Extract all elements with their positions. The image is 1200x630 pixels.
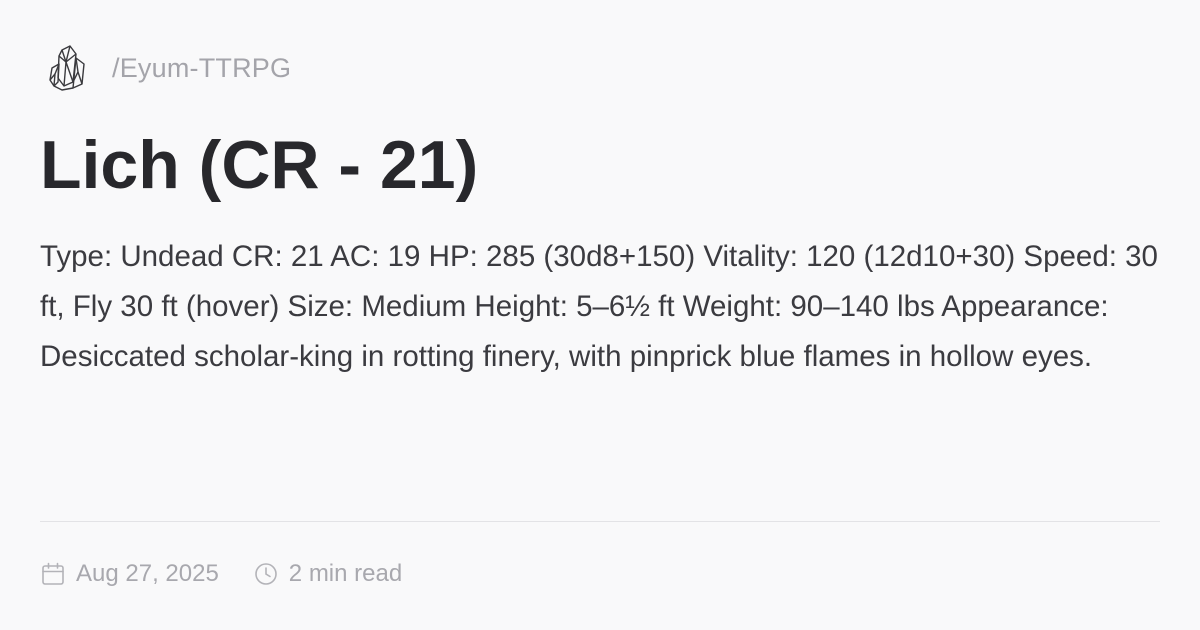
publish-date-text: Aug 27, 2025	[76, 560, 219, 587]
read-time-text: 2 min read	[288, 560, 403, 587]
read-time: 2 min read	[253, 560, 402, 588]
page-title: Lich (CR - 21)	[40, 127, 479, 203]
calendar-icon	[40, 561, 66, 587]
crystal-cluster-icon[interactable]	[40, 40, 96, 96]
publish-date: Aug 27, 2025	[40, 560, 219, 588]
site-name[interactable]: /Eyum-TTRPG	[112, 53, 291, 84]
divider	[40, 521, 1160, 522]
site-header: /Eyum-TTRPG	[40, 40, 291, 96]
clock-icon	[253, 561, 279, 587]
page-description: Type: Undead CR: 21 AC: 19 HP: 285 (30d8…	[40, 240, 1158, 373]
post-meta: Aug 27, 2025 2 min read	[40, 556, 402, 592]
